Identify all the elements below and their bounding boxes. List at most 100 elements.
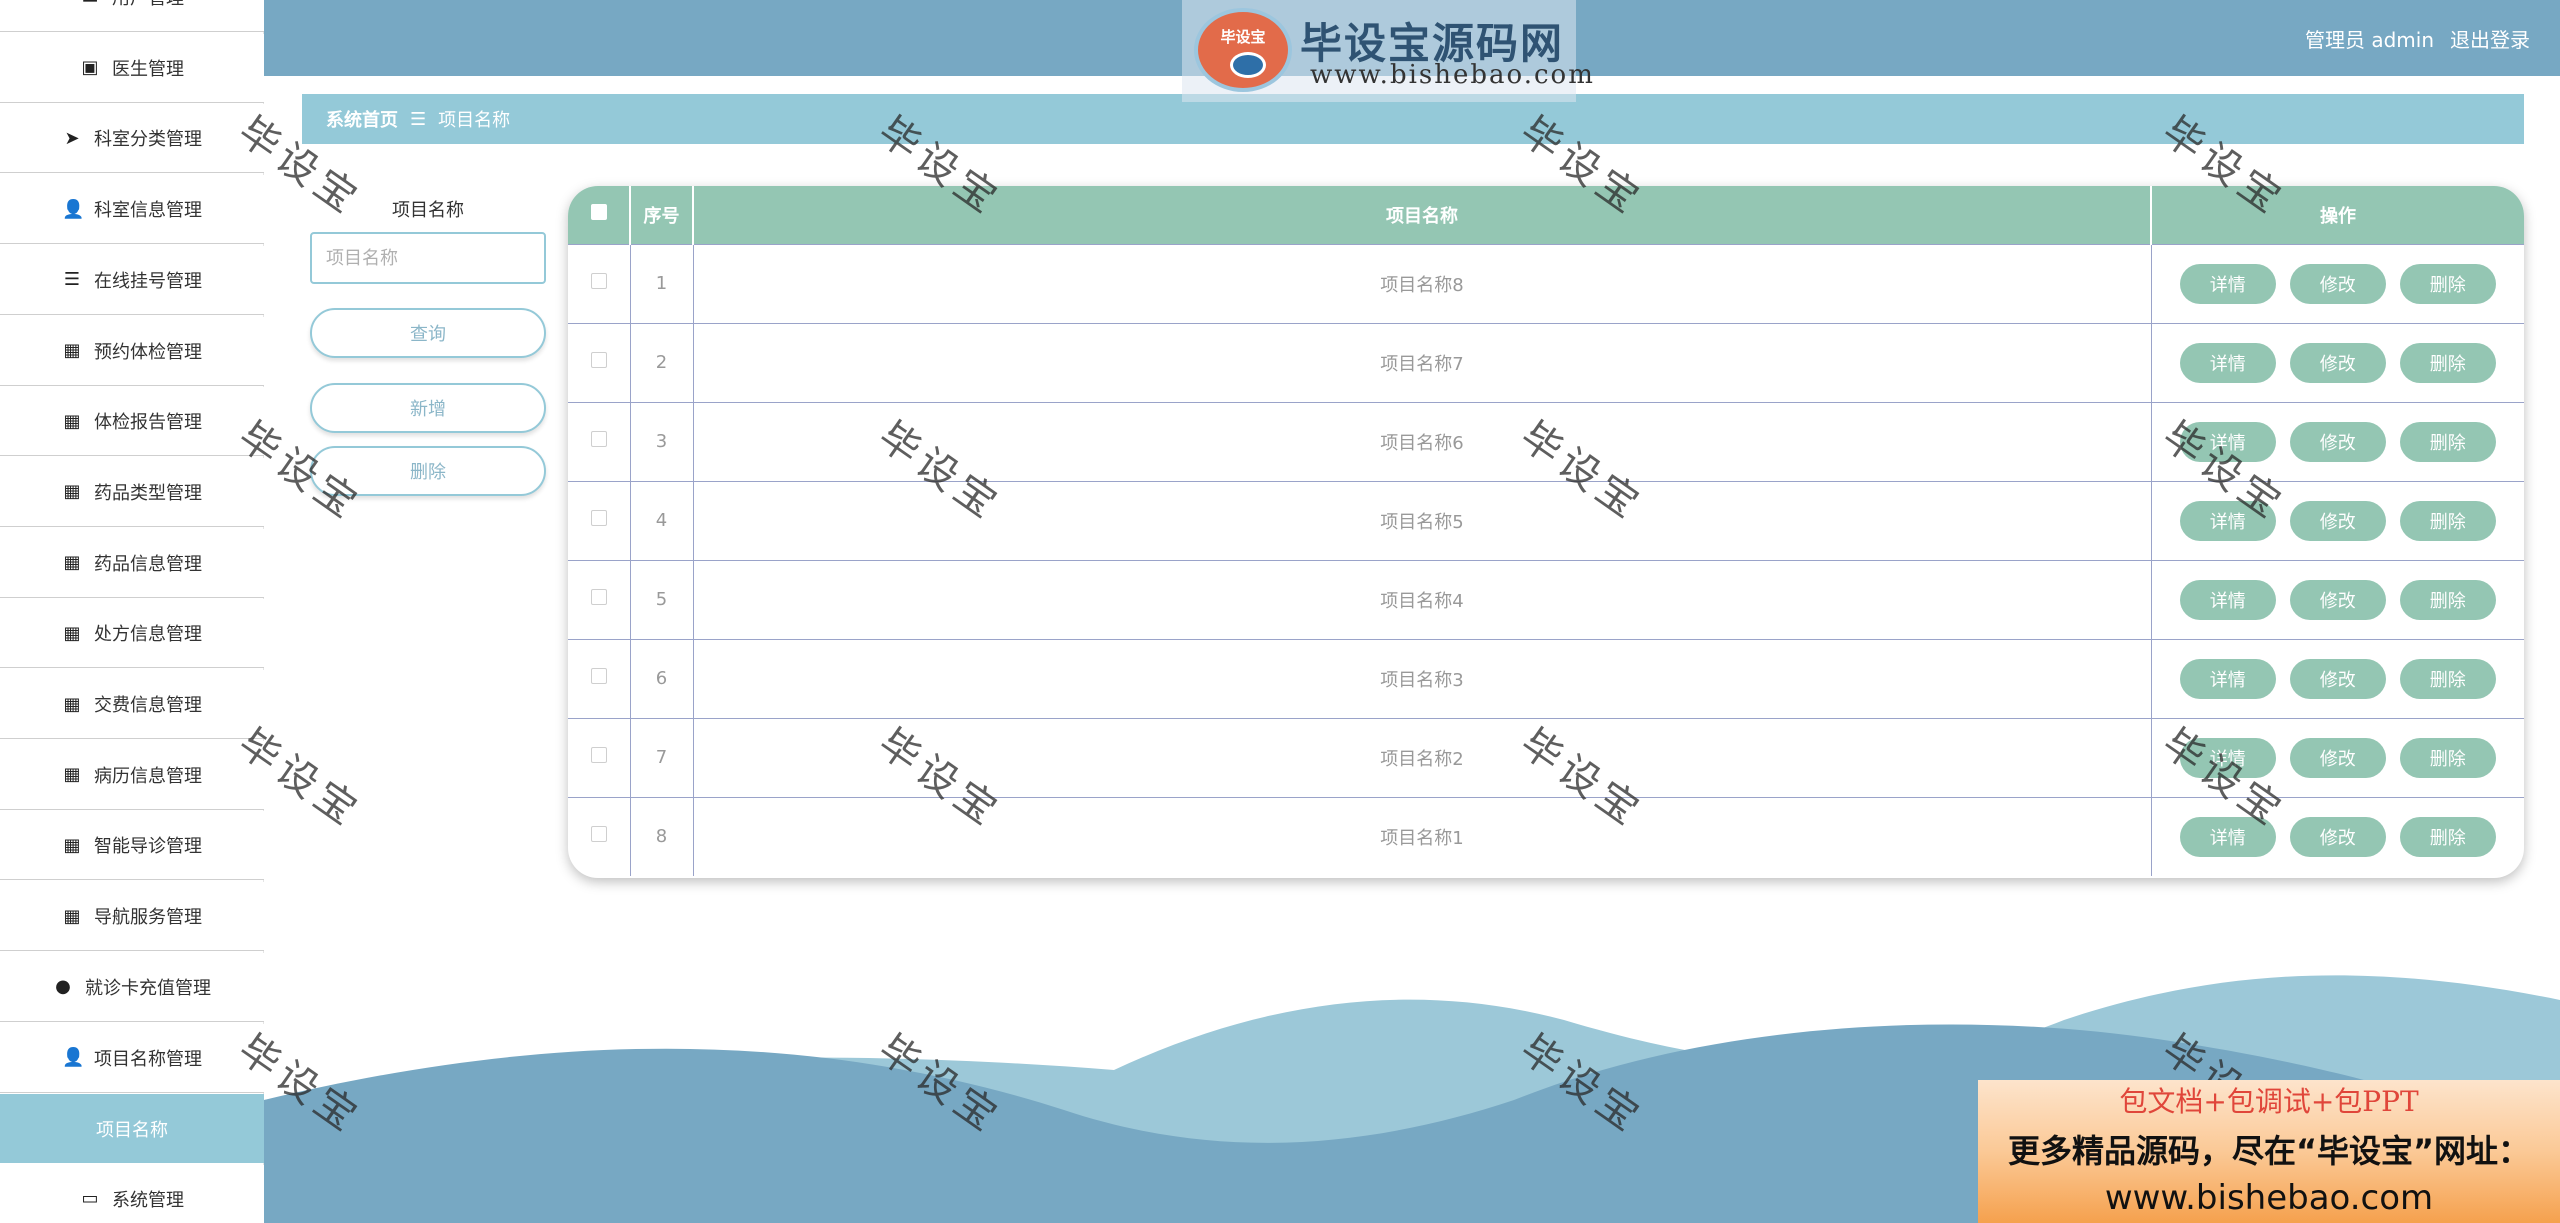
grid-icon: ▦ [63, 693, 81, 715]
batch-delete-button[interactable]: 删除 [310, 446, 546, 496]
row-index: 3 [630, 402, 694, 481]
sidebar-item-3[interactable]: 👤 科室信息管理 [0, 175, 264, 245]
breadcrumb-home-link[interactable]: 系统首页 [326, 106, 398, 132]
sidebar-item-15[interactable]: 👤 项目名称管理 [0, 1023, 264, 1093]
user-icon: 👤 [62, 1047, 85, 1068]
sidebar-item-6[interactable]: ▦ 体检报告管理 [0, 387, 264, 457]
sidebar-item-7[interactable]: ▦ 药品类型管理 [0, 457, 264, 527]
row-ops: 详情 修改 删除 [2151, 560, 2524, 639]
logo-badge-icon: 毕设宝 [1194, 8, 1292, 92]
row-checkbox[interactable] [590, 589, 607, 605]
delete-button[interactable]: 删除 [2399, 263, 2496, 304]
row-checkbox[interactable] [590, 273, 607, 289]
sidebar-item-label: 药品类型管理 [94, 482, 202, 504]
sidebar-item-4[interactable]: ☰ 在线挂号管理 [0, 245, 264, 315]
detail-button[interactable]: 详情 [2179, 737, 2276, 778]
sidebar-item-label: 智能导诊管理 [94, 836, 202, 858]
row-select-cell [568, 718, 631, 797]
delete-button[interactable]: 删除 [2399, 579, 2496, 620]
edit-button[interactable]: 修改 [2289, 421, 2386, 462]
row-name: 项目名称4 [693, 560, 2152, 639]
col-header-name: 项目名称 [693, 186, 2152, 244]
sidebar-item-label: 病历信息管理 [94, 765, 202, 787]
sidebar-item-label: 处方信息管理 [94, 624, 202, 646]
grid-icon: ▦ [63, 905, 81, 927]
row-name: 项目名称6 [693, 402, 2152, 481]
row-checkbox[interactable] [590, 747, 607, 763]
sidebar-item-17[interactable]: ▭ 系统管理 [0, 1164, 264, 1223]
row-name: 项目名称8 [693, 244, 2152, 323]
query-button[interactable]: 查询 [310, 308, 546, 358]
sidebar-item-12[interactable]: ▦ 智能导诊管理 [0, 811, 264, 881]
row-ops: 详情 修改 删除 [2151, 402, 2524, 481]
delete-button[interactable]: 删除 [2399, 342, 2496, 383]
sidebar-item-label: 科室分类管理 [94, 129, 202, 151]
logo-url: www.bishebao.com [1310, 60, 1595, 90]
detail-button[interactable]: 详情 [2179, 579, 2276, 620]
row-select-cell [568, 323, 631, 402]
sidebar-item-1[interactable]: ▣ 医生管理 [0, 33, 264, 103]
table-row: 6 项目名称3 详情 修改 删除 [568, 639, 2524, 718]
sidebar-item-label: 用户管理 [112, 0, 184, 10]
delete-button[interactable]: 删除 [2399, 421, 2496, 462]
grid-icon: ▦ [63, 340, 81, 361]
row-checkbox[interactable] [590, 826, 607, 843]
delete-button[interactable]: 删除 [2399, 500, 2496, 541]
sidebar-item-0[interactable]: ▬ 用户管理 [0, 0, 264, 32]
table-row: 2 项目名称7 详情 修改 删除 [568, 323, 2524, 402]
row-select-cell [568, 639, 631, 718]
row-index: 4 [630, 481, 694, 560]
sidebar-item-9[interactable]: ▦ 处方信息管理 [0, 599, 264, 669]
sidebar-item-label: 医生管理 [112, 58, 184, 80]
table-row: 3 项目名称6 详情 修改 删除 [568, 402, 2524, 481]
edit-button[interactable]: 修改 [2289, 342, 2386, 383]
grid-icon: ▦ [63, 834, 81, 856]
edit-button[interactable]: 修改 [2289, 579, 2386, 620]
sidebar-item-2[interactable]: ➤ 科室分类管理 [0, 104, 264, 174]
row-index: 8 [630, 797, 694, 876]
paper-plane-icon: ➤ [64, 127, 80, 149]
row-name: 项目名称2 [693, 718, 2152, 797]
row-checkbox[interactable] [590, 668, 607, 684]
detail-button[interactable]: 详情 [2179, 500, 2276, 541]
logout-link[interactable]: 退出登录 [2450, 24, 2530, 53]
sidebar-item-5[interactable]: ▦ 预约体检管理 [0, 316, 264, 386]
row-index: 6 [630, 639, 694, 718]
edit-button[interactable]: 修改 [2289, 816, 2386, 857]
sidebar-item-10[interactable]: ▦ 交费信息管理 [0, 670, 264, 739]
sidebar-item-16[interactable]: 项目名称 [0, 1094, 264, 1164]
row-checkbox[interactable] [590, 431, 607, 447]
delete-button[interactable]: 删除 [2399, 658, 2496, 699]
delete-button[interactable]: 删除 [2399, 816, 2496, 857]
add-button[interactable]: 新增 [310, 383, 546, 433]
sidebar-item-8[interactable]: ▦ 药品信息管理 [0, 528, 264, 598]
header-user-area: 管理员 admin 退出登录 [2305, 24, 2530, 53]
edit-button[interactable]: 修改 [2289, 737, 2386, 778]
edit-button[interactable]: 修改 [2289, 263, 2386, 304]
select-all-checkbox[interactable] [590, 204, 607, 221]
row-checkbox[interactable] [590, 352, 607, 368]
row-ops: 详情 修改 删除 [2151, 244, 2524, 323]
sidebar-item-13[interactable]: ▦ 导航服务管理 [0, 882, 264, 952]
detail-button[interactable]: 详情 [2179, 421, 2276, 462]
detail-button[interactable]: 详情 [2179, 263, 2276, 304]
select-all-cell [568, 186, 631, 244]
delete-button[interactable]: 删除 [2399, 737, 2496, 778]
detail-button[interactable]: 详情 [2179, 658, 2276, 699]
edit-button[interactable]: 修改 [2289, 658, 2386, 699]
row-index: 7 [630, 718, 694, 797]
clipboard-icon: ▣ [81, 57, 99, 79]
sidebar-item-14[interactable]: ● 就诊卡充值管理 [0, 952, 264, 1022]
sidebar-item-11[interactable]: ▦ 病历信息管理 [0, 740, 264, 810]
detail-button[interactable]: 详情 [2179, 342, 2276, 383]
sliders-icon: ☰ [63, 269, 81, 291]
sidebar-item-label: 系统管理 [112, 1189, 184, 1211]
row-checkbox[interactable] [590, 510, 607, 526]
row-ops: 详情 修改 删除 [2151, 718, 2524, 797]
row-select-cell [568, 402, 631, 481]
detail-button[interactable]: 详情 [2179, 816, 2276, 857]
search-input[interactable] [310, 232, 546, 284]
grid-icon: ▦ [63, 481, 81, 503]
edit-button[interactable]: 修改 [2289, 500, 2386, 541]
row-name: 项目名称7 [693, 323, 2152, 402]
